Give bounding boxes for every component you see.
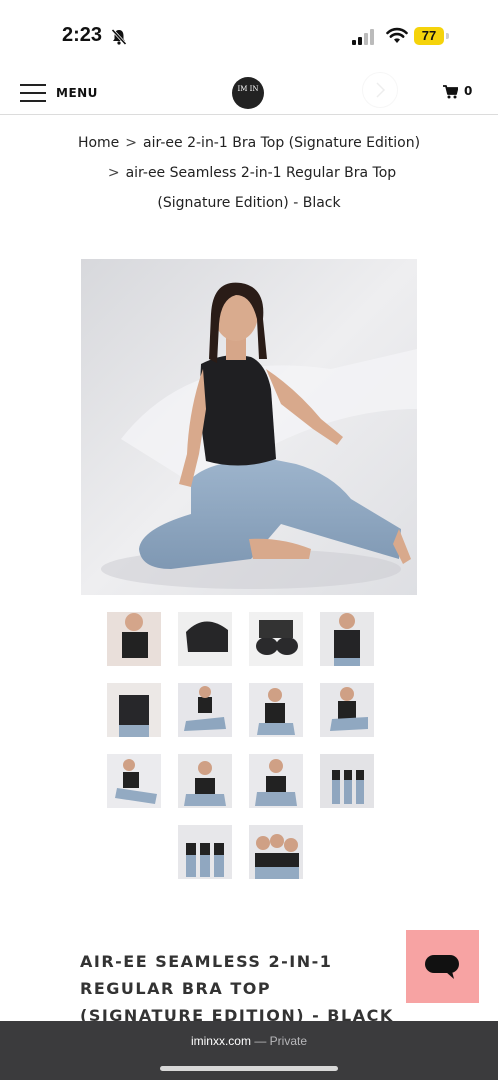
- logo-icon[interactable]: IM IN: [232, 77, 264, 109]
- signal-icon: [352, 29, 374, 45]
- thumbnail[interactable]: [178, 683, 232, 737]
- breadcrumb-separator: >: [107, 165, 120, 181]
- thumbnail[interactable]: [249, 612, 303, 666]
- menu-button[interactable]: MENU: [56, 86, 98, 100]
- bell-slash-icon: [111, 28, 127, 46]
- chat-bubble-icon: [425, 955, 459, 979]
- breadcrumb-separator: >: [125, 135, 138, 151]
- thumbnail[interactable]: [107, 612, 161, 666]
- status-bar: 2:23 77: [0, 0, 498, 72]
- breadcrumb: Home > air-ee 2-in-1 Bra Top (Signature Ed…: [40, 128, 458, 218]
- thumbnail[interactable]: [249, 825, 303, 879]
- cart-count: 0: [464, 84, 473, 98]
- thumbnail[interactable]: [107, 683, 161, 737]
- site-header: MENU IM IN 0: [0, 72, 498, 115]
- thumbnail[interactable]: [320, 683, 374, 737]
- thumbnail[interactable]: [320, 612, 374, 666]
- private-mode-label: Private: [269, 1034, 308, 1048]
- thumbnail[interactable]: [320, 754, 374, 808]
- logo-text: IM IN: [237, 85, 259, 93]
- battery-icon: 77: [414, 27, 444, 45]
- breadcrumb-product-line2: (Signature Edition) - Black: [157, 195, 341, 211]
- thumbnail[interactable]: [178, 612, 232, 666]
- home-indicator[interactable]: [160, 1066, 338, 1071]
- browser-url-bar[interactable]: iminxx.com — Private: [0, 1021, 498, 1080]
- breadcrumb-home-link[interactable]: Home: [78, 135, 119, 151]
- thumbnail[interactable]: [178, 754, 232, 808]
- url-domain[interactable]: iminxx.com: [191, 1034, 251, 1048]
- breadcrumb-product-line1: air-ee Seamless 2-in-1 Regular Bra Top: [125, 165, 397, 181]
- product-title: AIR-EE SEAMLESS 2-IN-1 REGULAR BRA TOP (…: [80, 952, 394, 1025]
- main-product-image[interactable]: [81, 259, 417, 595]
- breadcrumb-category-link[interactable]: air-ee 2-in-1 Bra Top (Signature Edition…: [143, 135, 420, 151]
- hamburger-icon[interactable]: [20, 84, 46, 102]
- product-photo: [81, 259, 417, 595]
- battery-level: 77: [421, 28, 437, 43]
- wifi-icon: [386, 27, 408, 43]
- status-time: 2:23: [62, 24, 103, 46]
- url-separator: —: [250, 1034, 270, 1048]
- cart-icon[interactable]: [443, 85, 458, 99]
- chat-button[interactable]: [406, 930, 479, 1003]
- thumbnail[interactable]: [178, 825, 232, 879]
- thumbnail[interactable]: [249, 754, 303, 808]
- thumbnail[interactable]: [249, 683, 303, 737]
- arrow-circle-icon[interactable]: [362, 72, 398, 108]
- thumbnail[interactable]: [107, 754, 161, 808]
- battery-tip: [446, 33, 449, 39]
